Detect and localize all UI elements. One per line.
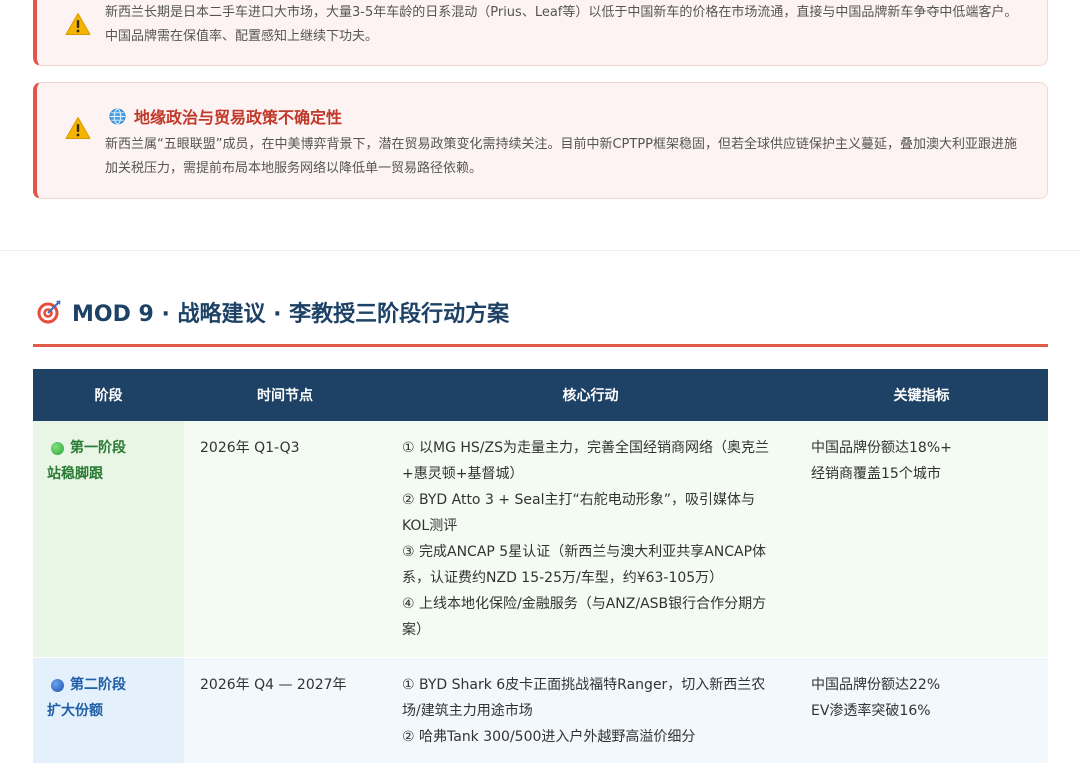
action-item: ② 哈弗Tank 300/500进入户外越野高溢价细分 xyxy=(402,729,696,745)
warning-icon xyxy=(65,12,91,36)
metric-item: 中国品牌份额达18%+ xyxy=(811,440,952,456)
phase-name-line1: 第一阶段 xyxy=(70,440,126,456)
phase-name-line2: 站稳脚跟 xyxy=(47,466,103,482)
table-header-row: 阶段 时间节点 核心行动 关键指标 xyxy=(33,369,1048,421)
risk-card-title-text: 地缘政治与贸易政策不确定性 xyxy=(134,108,343,127)
metric-item: EV渗透率突破16% xyxy=(811,703,931,719)
metric-item: 经销商覆盖15个城市 xyxy=(811,466,941,482)
metrics-cell: 中国品牌份额达22% EV渗透率突破16% xyxy=(795,657,1048,763)
risk-card-title: 地缘政治与贸易政策不确定性 xyxy=(109,104,342,128)
module-heading: MOD 9 · 战略建议 · 李教授三阶段行动方案 xyxy=(36,296,509,328)
timing-cell: 2026年 Q1-Q3 xyxy=(184,421,386,658)
header-timing: 时间节点 xyxy=(184,369,386,421)
risk-card-body: 新西兰长期是日本二手车进口大市场，大量3-5年车龄的日系混动（Prius、Lea… xyxy=(105,5,1018,44)
metric-item: 中国品牌份额达22% xyxy=(811,677,941,693)
header-metrics: 关键指标 xyxy=(795,369,1048,421)
target-icon xyxy=(36,299,62,325)
action-item: ② BYD Atto 3 + Seal主打“右舵电动形象”，吸引媒体与KOL测评 xyxy=(402,492,755,534)
header-phase: 阶段 xyxy=(33,369,184,421)
phase-name-line2: 扩大份额 xyxy=(47,703,103,719)
action-item: ④ 上线本地化保险/金融服务（与ANZ/ASB银行合作分期方案） xyxy=(402,596,767,638)
risk-card-geopolitics: 地缘政治与贸易政策不确定性 新西兰属“五眼联盟”成员，在中美博弈背景下，潜在贸易… xyxy=(33,82,1048,199)
phase-cell: 第一阶段 站稳脚跟 xyxy=(33,421,184,658)
table-row-phase1: 第一阶段 站稳脚跟 2026年 Q1-Q3 ① 以MG HS/ZS为走量主力，完… xyxy=(33,421,1048,658)
green-dot-icon xyxy=(51,441,64,455)
globe-icon xyxy=(109,108,126,125)
header-actions: 核心行动 xyxy=(386,369,795,421)
actions-cell: ① 以MG HS/ZS为走量主力，完善全国经销商网络（奥克兰+惠灵顿+基督城） … xyxy=(386,421,795,658)
action-item: ① 以MG HS/ZS为走量主力，完善全国经销商网络（奥克兰+惠灵顿+基督城） xyxy=(402,440,769,482)
table-row-phase2: 第二阶段 扩大份额 2026年 Q4 — 2027年 ① BYD Shark 6… xyxy=(33,657,1048,763)
actions-cell: ① BYD Shark 6皮卡正面挑战福特Ranger，切入新西兰农场/建筑主力… xyxy=(386,657,795,763)
module-title-underline xyxy=(33,344,1048,347)
module-title: MOD 9 · 战略建议 · 李教授三阶段行动方案 xyxy=(72,302,510,327)
phase-name-line1: 第二阶段 xyxy=(70,677,126,693)
warning-icon xyxy=(65,116,91,140)
phase-cell: 第二阶段 扩大份额 xyxy=(33,657,184,763)
action-item: ① BYD Shark 6皮卡正面挑战福特Ranger，切入新西兰农场/建筑主力… xyxy=(402,677,766,719)
risk-card-body: 新西兰属“五眼联盟”成员，在中美博弈背景下，潜在贸易政策变化需持续关注。目前中新… xyxy=(105,137,1018,176)
metrics-cell: 中国品牌份额达18%+ 经销商覆盖15个城市 xyxy=(795,421,1048,658)
section-divider xyxy=(0,250,1080,251)
blue-dot-icon xyxy=(51,678,64,692)
action-item: ③ 完成ANCAP 5星认证（新西兰与澳大利亚共享ANCAP体系，认证费约NZD… xyxy=(402,544,767,586)
action-plan-table: 阶段 时间节点 核心行动 关键指标 第一阶段 站稳脚跟 2026年 Q1-Q3 … xyxy=(33,369,1048,763)
timing-cell: 2026年 Q4 — 2027年 xyxy=(184,657,386,763)
risk-card-used-import: 新西兰长期是日本二手车进口大市场，大量3-5年车龄的日系混动（Prius、Lea… xyxy=(33,0,1048,66)
